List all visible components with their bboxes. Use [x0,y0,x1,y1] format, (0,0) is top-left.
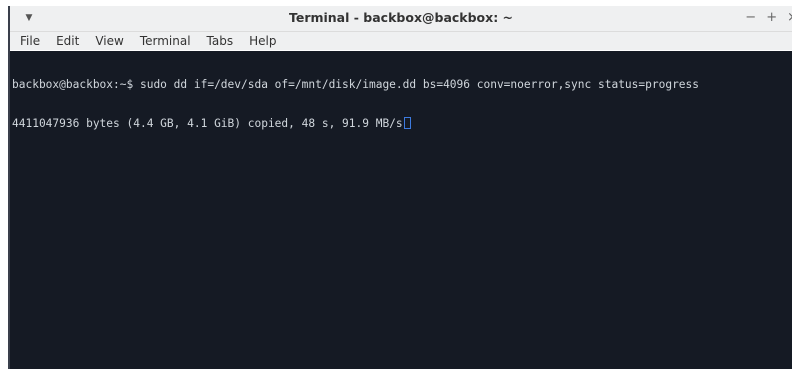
window-title: Terminal - backbox@backbox: ~ [288,10,514,25]
menu-help[interactable]: Help [241,32,284,50]
terminal-cursor [403,117,411,129]
terminal-progress-line: 4411047936 bytes (4.4 GB, 4.1 GiB) copie… [12,117,792,130]
terminal-output[interactable]: backbox@backbox:~$ sudo dd if=/dev/sda o… [10,51,792,369]
menu-view[interactable]: View [87,32,131,50]
menu-tabs[interactable]: Tabs [199,32,242,50]
minimize-icon[interactable]: − [745,9,756,27]
menu-file[interactable]: File [10,32,48,50]
window-controls: − + × [745,9,792,27]
progress-output-text: 4411047936 bytes (4.4 GB, 4.1 GiB) copie… [12,117,403,130]
menu-terminal[interactable]: Terminal [132,32,199,50]
title-bar[interactable]: ▼ Terminal - backbox@backbox: ~ − + × [10,6,792,32]
menu-edit[interactable]: Edit [48,32,87,50]
maximize-icon[interactable]: + [766,9,777,27]
chevron-down-icon[interactable]: ▼ [22,10,36,26]
terminal-window: ▼ Terminal - backbox@backbox: ~ − + × Fi… [0,0,792,369]
terminal-command-line: backbox@backbox:~$ sudo dd if=/dev/sda o… [12,78,700,91]
close-icon[interactable]: × [787,9,792,27]
menu-bar: File Edit View Terminal Tabs Help [10,32,792,50]
